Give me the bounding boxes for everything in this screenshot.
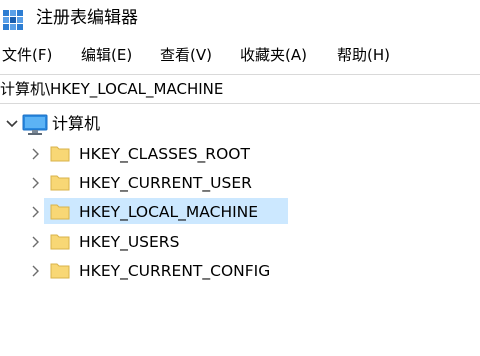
tree-node-label: 计算机	[52, 114, 101, 133]
tree-row-selected: HKEY_LOCAL_MACHINE	[44, 198, 288, 224]
menu-view[interactable]: 查看(V)	[160, 45, 212, 65]
menu-bar: 文件(F) 编辑(E) 查看(V) 收藏夹(A) 帮助(H)	[0, 42, 480, 68]
tree-node-label: HKEY_LOCAL_MACHINE	[79, 203, 259, 221]
tree-row: HKEY_USERS	[44, 228, 288, 254]
menu-help[interactable]: 帮助(H)	[337, 45, 390, 65]
tree-node-hkey-current-user[interactable]: HKEY_CURRENT_USER	[0, 169, 300, 197]
chevron-down-icon[interactable]	[4, 110, 20, 138]
tree-node-hkey-current-config[interactable]: HKEY_CURRENT_CONFIG	[0, 257, 320, 285]
chevron-right-icon[interactable]	[28, 140, 44, 168]
tree-row: HKEY_CURRENT_USER	[44, 169, 288, 195]
title-bar: 注册表编辑器	[0, 0, 480, 36]
registry-tree: 计算机 HKEY_CLASSES_ROOT HKEY_CURRENT_USER …	[0, 104, 480, 356]
tree-row: HKEY_CURRENT_CONFIG	[44, 257, 314, 283]
tree-node-computer[interactable]: 计算机	[0, 110, 200, 138]
menu-edit[interactable]: 编辑(E)	[81, 45, 132, 65]
tree-row: HKEY_CLASSES_ROOT	[44, 140, 288, 166]
tree-node-label: HKEY_CURRENT_USER	[79, 174, 252, 192]
tree-node-label: HKEY_CURRENT_CONFIG	[79, 262, 271, 280]
tree-node-label: HKEY_USERS	[79, 233, 180, 251]
address-bar[interactable]: 计算机\HKEY_LOCAL_MACHINE	[0, 74, 480, 104]
chevron-right-icon[interactable]	[28, 169, 44, 197]
folder-icon	[50, 231, 70, 255]
address-path[interactable]: 计算机\HKEY_LOCAL_MACHINE	[0, 79, 223, 99]
menu-file[interactable]: 文件(F)	[2, 45, 52, 65]
computer-icon	[22, 114, 48, 140]
window-title: 注册表编辑器	[36, 8, 138, 28]
chevron-right-icon[interactable]	[28, 198, 44, 226]
folder-icon	[50, 201, 70, 225]
folder-icon	[50, 260, 70, 284]
registry-editor-icon	[2, 9, 24, 35]
tree-node-hkey-local-machine[interactable]: HKEY_LOCAL_MACHINE	[0, 198, 300, 226]
tree-node-label: HKEY_CLASSES_ROOT	[79, 145, 250, 163]
tree-node-hkey-classes-root[interactable]: HKEY_CLASSES_ROOT	[0, 140, 300, 168]
tree-node-hkey-users[interactable]: HKEY_USERS	[0, 228, 300, 256]
folder-icon	[50, 172, 70, 196]
folder-icon	[50, 143, 70, 167]
chevron-right-icon[interactable]	[28, 228, 44, 256]
menu-favorites[interactable]: 收藏夹(A)	[240, 45, 307, 65]
chevron-right-icon[interactable]	[28, 257, 44, 285]
